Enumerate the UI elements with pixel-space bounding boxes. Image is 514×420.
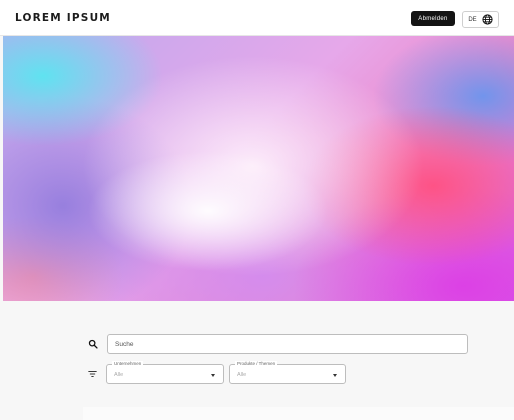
logout-button[interactable]: Abmelden: [411, 11, 455, 26]
search-input[interactable]: [107, 334, 468, 354]
company-select-value: Alle: [114, 372, 124, 378]
top-bar: LOREM IPSUM Abmelden DE: [0, 0, 514, 36]
company-select[interactable]: Unternehmen Alle: [106, 361, 224, 384]
company-select-label: Unternehmen: [112, 361, 144, 367]
search-icon: [88, 339, 98, 349]
chevron-down-icon: [333, 374, 337, 377]
filter-icon: [88, 371, 97, 377]
content-area-edge: [83, 407, 514, 420]
brand-logo[interactable]: LOREM IPSUM: [15, 12, 111, 24]
language-label: DE: [468, 16, 477, 23]
products-select-label: Produkte / Themen: [235, 361, 278, 367]
language-selector[interactable]: DE: [462, 11, 499, 28]
products-select-value: Alle: [237, 372, 247, 378]
hero-banner: [3, 36, 514, 301]
chevron-down-icon: [211, 374, 215, 377]
globe-icon: [482, 14, 493, 25]
products-select[interactable]: Produkte / Themen Alle: [229, 361, 346, 384]
